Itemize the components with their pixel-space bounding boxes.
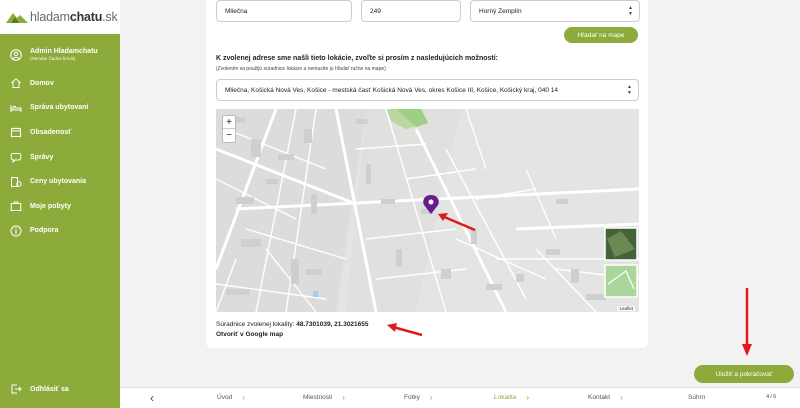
search-map-button[interactable]: Hľadať na mape (564, 27, 638, 43)
step-miestnosti[interactable]: Miestnosti › (303, 392, 345, 402)
chevron-right-icon: › (429, 392, 433, 402)
step-kontakt[interactable]: Kontakt › (588, 392, 623, 402)
map-zoom-control: + − (222, 115, 236, 143)
coordinates-value: 48.7301039, 21.3021655 (296, 321, 369, 328)
sidebar-item-sprava-ubytovani[interactable]: Správa ubytovaní (0, 96, 120, 121)
bed-icon (10, 104, 22, 112)
chevron-right-icon: › (526, 392, 530, 402)
sidebar-menu: Domov Správa ubytovaní Obsadenosť Správy… (0, 71, 120, 243)
sidebar: Admin Hladamchatu (Nemáte žiadne kredit)… (0, 34, 120, 408)
step-uvod[interactable]: Úvod › (217, 392, 245, 402)
back-chevron-icon[interactable]: ‹ (150, 391, 154, 405)
locations-hint: (Zvolením sa použijú súradnice lokácie a… (216, 66, 386, 72)
user-credits: (Nemáte žiadne kredit) (30, 56, 76, 61)
sidebar-item-label: Ceny ubytovania (30, 178, 87, 186)
chevron-right-icon: › (342, 392, 345, 402)
user-avatar-icon (10, 49, 22, 61)
save-arrow (742, 288, 752, 356)
logo[interactable]: hladamchatu.sk (0, 0, 120, 34)
sidebar-item-obsadenost[interactable]: Obsadenosť (0, 120, 120, 145)
open-google-maps-link[interactable]: Otvoriť v Google map (216, 331, 283, 338)
price-icon (11, 176, 22, 187)
info-icon (10, 225, 22, 237)
select-caret-icon: ▲ ▼ (627, 84, 632, 96)
logout-label: Odhlásiť sa (30, 385, 69, 393)
logout-button[interactable]: Odhlásiť sa (10, 383, 69, 395)
chevron-right-icon: › (620, 392, 623, 402)
user-name: Admin Hladamchatu (30, 48, 98, 55)
user-profile[interactable]: Admin Hladamchatu (Nemáte žiadne kredit) (10, 48, 98, 62)
sidebar-item-podpora[interactable]: Podpora (0, 219, 120, 244)
sidebar-item-moje-pobyty[interactable]: Moje pobyty (0, 194, 120, 219)
save-continue-label: Uložiť a pokračovať (715, 370, 773, 378)
step-label: Úvod (217, 394, 233, 401)
mountain-logo-icon (6, 13, 28, 23)
zoom-in-button[interactable]: + (223, 116, 235, 129)
street-value: Mliečna (225, 7, 248, 15)
sidebar-item-label: Obsadenosť (30, 128, 72, 136)
step-suhrn[interactable]: Súhrn (688, 394, 705, 401)
house-number-value: 249 (370, 7, 381, 15)
sidebar-item-label: Domov (30, 79, 54, 87)
sidebar-item-label: Správa ubytovaní (30, 104, 89, 112)
sidebar-item-label: Moje pobyty (30, 202, 71, 210)
sidebar-item-domov[interactable]: Domov (0, 71, 120, 96)
sidebar-item-label: Podpora (30, 227, 59, 235)
house-number-input[interactable]: 249 (361, 0, 461, 22)
save-continue-button[interactable]: Uložiť a pokračovať (694, 365, 794, 383)
coordinates-arrow (387, 323, 423, 337)
wizard-nav: ‹ Úvod › Miestnosti › Fotky › Lokalita › Kon… (120, 387, 800, 408)
sidebar-item-spravy[interactable]: Správy (0, 145, 120, 170)
zoom-out-button[interactable]: − (223, 129, 235, 142)
map-attribution[interactable]: Leaflet (617, 306, 635, 311)
region-select[interactable]: Horný Zemplín ▲ ▼ (470, 0, 640, 22)
step-fotky[interactable]: Fotky › (404, 392, 433, 402)
sidebar-item-label: Správy (30, 153, 54, 161)
step-lokalita[interactable]: Lokalita › (494, 392, 530, 402)
locations-heading: K zvolenej adrese sme našli tieto lokáci… (216, 55, 499, 62)
step-label: Miestnosti (303, 394, 333, 401)
logo-text: hladamchatu.sk (30, 10, 118, 24)
map[interactable]: + − Leaflet (216, 109, 639, 312)
region-value: Horný Zemplín (479, 7, 522, 15)
step-label: Lokalita (494, 394, 517, 401)
location-select[interactable]: Mliečna, Košická Nová Ves, Košice - mest… (216, 79, 639, 101)
suitcase-icon (10, 201, 22, 212)
calendar-icon (11, 127, 21, 138)
step-label: Súhrn (688, 394, 706, 401)
coordinates-label: Súradnice zvolenej lokality: (216, 321, 295, 328)
location-value: Mliečna, Košická Nová Ves, Košice - mest… (225, 86, 558, 94)
street-input[interactable]: Mliečna (216, 0, 352, 22)
select-caret-icon: ▲ ▼ (628, 5, 633, 17)
chevron-right-icon: › (242, 392, 245, 402)
step-pager: 4 / 6 (766, 394, 776, 400)
step-label: Kontakt (588, 394, 611, 401)
coordinates-text: Súradnice zvolenej lokality: 48.7301039,… (216, 321, 369, 328)
logout-icon (11, 384, 22, 394)
message-icon (10, 153, 22, 164)
sidebar-item-ceny-ubytovania[interactable]: Ceny ubytovania (0, 169, 120, 194)
location-card: Mliečna 249 Horný Zemplín ▲ ▼ Hľadať na m… (206, 0, 648, 348)
step-label: Fotky (404, 394, 420, 401)
home-icon (11, 78, 21, 89)
map-tiles[interactable] (216, 109, 639, 312)
search-map-label: Hľadať na mape (577, 31, 625, 39)
